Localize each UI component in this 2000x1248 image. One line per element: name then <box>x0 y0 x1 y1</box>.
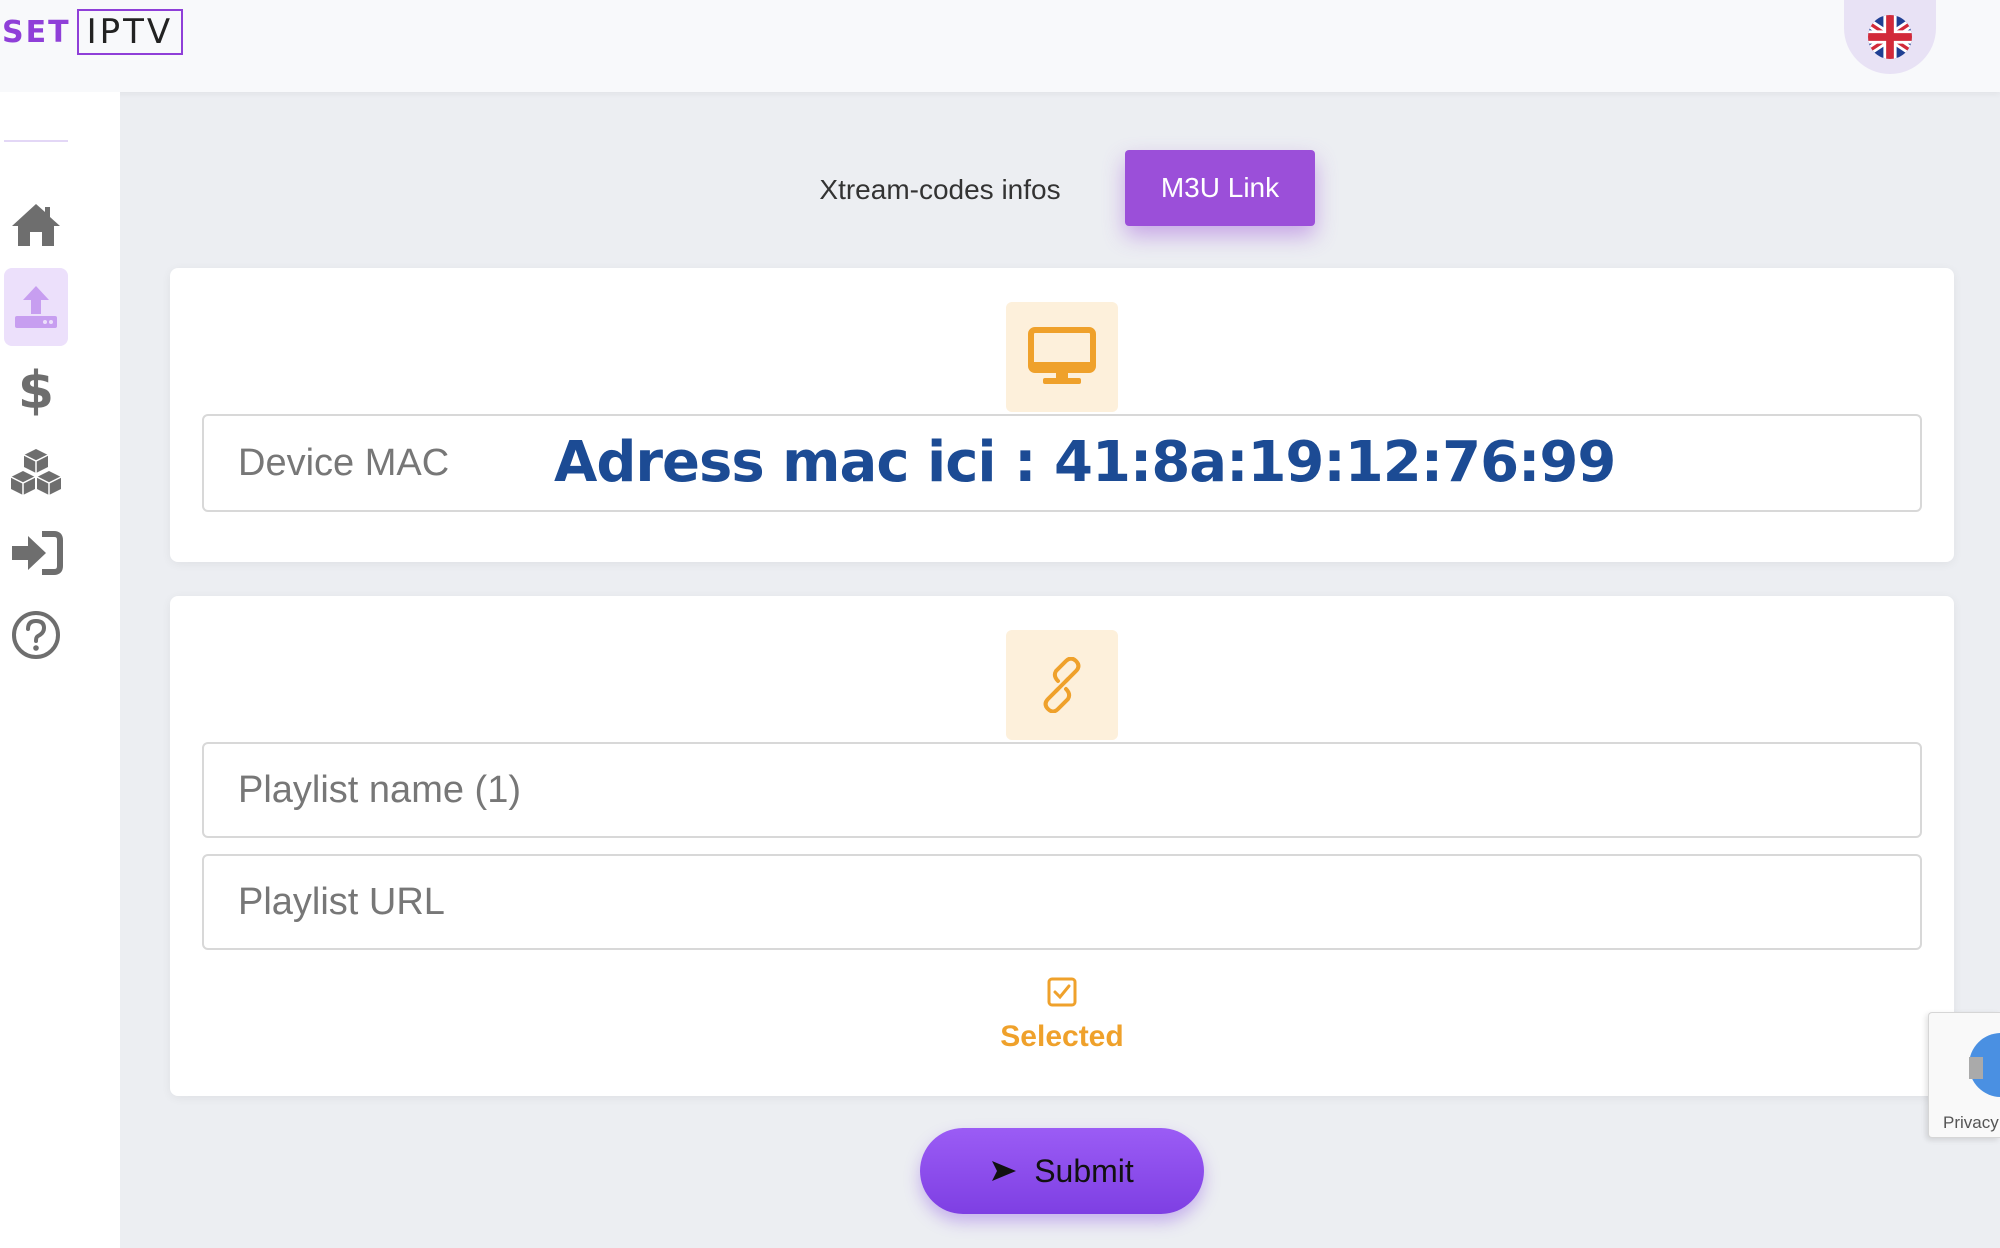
link-icon-badge <box>1006 630 1118 740</box>
sidebar-item-upload[interactable] <box>4 268 68 346</box>
upload-icon <box>15 286 57 328</box>
monitor-icon <box>1028 327 1096 384</box>
dollar-icon: $ <box>18 362 54 416</box>
sidebar-item-home[interactable] <box>4 186 68 264</box>
playlist-name-placeholder: Playlist name (1) <box>238 768 521 811</box>
playlist-name-input[interactable]: Playlist name (1) <box>202 742 1922 838</box>
tab-m3u-link[interactable]: M3U Link <box>1125 150 1315 226</box>
sidebar-item-products[interactable] <box>4 432 68 510</box>
recaptcha-badge[interactable]: Privacy <box>1928 1012 2000 1138</box>
setiptv-logo[interactable]: SET IPTV <box>0 8 184 56</box>
logo-iptv-text: IPTV <box>86 12 174 52</box>
sidebar-item-help[interactable] <box>4 596 68 674</box>
selected-label: Selected <box>1000 1020 1124 1053</box>
sidebar-item-login[interactable] <box>4 514 68 592</box>
help-icon <box>12 611 60 659</box>
recaptcha-icon <box>1969 1033 2000 1097</box>
submit-label: Submit <box>1034 1152 1134 1189</box>
submit-button[interactable]: Submit <box>920 1128 1204 1214</box>
uk-flag-icon <box>1868 15 1912 59</box>
recaptcha-privacy-link[interactable]: Privacy <box>1943 1113 1999 1133</box>
logo-set-text: SET <box>2 14 71 50</box>
sidebar-item-pricing[interactable]: $ <box>4 350 68 428</box>
sidebar-divider <box>4 140 68 142</box>
language-switcher[interactable] <box>1844 0 1936 74</box>
playlist-url-input[interactable]: Playlist URL <box>202 854 1922 950</box>
home-icon <box>12 204 60 246</box>
logo-iptv-box: IPTV <box>76 9 184 55</box>
sidebar: $ <box>0 92 120 1248</box>
playlist-url-placeholder: Playlist URL <box>238 880 445 923</box>
device-card: Device MAC Adress mac ici : 41:8a:19:12:… <box>170 268 1954 562</box>
checkbox-icon[interactable] <box>1046 976 1078 1008</box>
sign-in-icon <box>12 531 63 575</box>
device-mac-field[interactable]: Device MAC Adress mac ici : 41:8a:19:12:… <box>202 414 1922 512</box>
playlist-card: Playlist name (1) Playlist URL Selected <box>170 596 1954 1096</box>
mac-address-overlay: Adress mac ici : 41:8a:19:12:76:99 <box>554 430 1616 495</box>
send-icon <box>992 1161 1017 1181</box>
link-icon <box>1043 657 1081 713</box>
top-header: SET IPTV <box>0 0 2000 92</box>
device-icon-badge <box>1006 302 1118 412</box>
cubes-icon <box>10 449 62 495</box>
tab-xtream-codes[interactable]: Xtream-codes infos <box>790 152 1090 228</box>
svg-text:$: $ <box>18 362 54 416</box>
device-mac-placeholder: Device MAC <box>238 441 450 484</box>
